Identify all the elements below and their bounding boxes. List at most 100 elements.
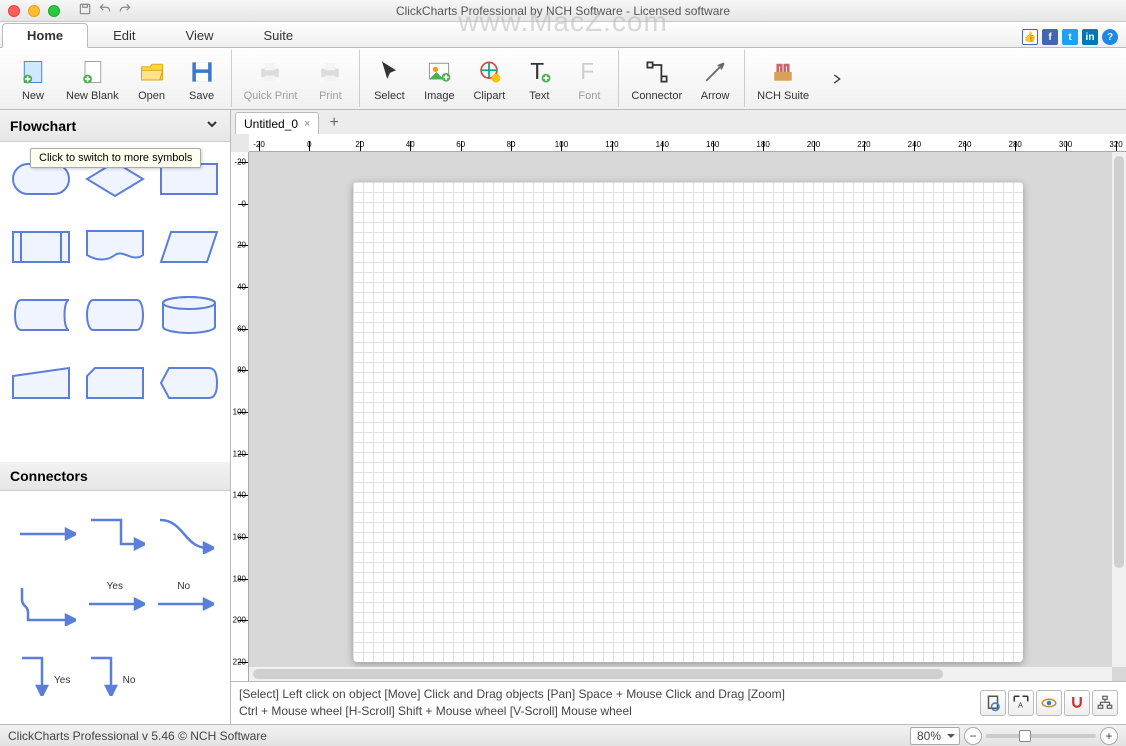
shape-display[interactable] xyxy=(156,354,222,412)
grid-visibility-button[interactable] xyxy=(1036,690,1062,716)
arrow-icon xyxy=(699,56,731,88)
symbols-tooltip: Click to switch to more symbols xyxy=(30,148,201,168)
vertical-scrollbar[interactable] xyxy=(1112,152,1126,667)
connector-straight[interactable] xyxy=(16,507,77,561)
connector-placeholder[interactable] xyxy=(153,647,214,701)
shape-direct-data[interactable] xyxy=(82,286,148,344)
layout-button[interactable] xyxy=(1092,690,1118,716)
window-controls xyxy=(8,5,60,17)
like-icon[interactable]: 👍 xyxy=(1022,29,1038,45)
save-button[interactable]: Save xyxy=(177,50,227,107)
quick-print-button[interactable]: Quick Print xyxy=(236,50,306,107)
horizontal-scrollbar[interactable] xyxy=(249,667,1112,681)
image-icon xyxy=(423,56,455,88)
print-button[interactable]: Print xyxy=(305,50,355,107)
connector-icon xyxy=(641,56,673,88)
close-window-button[interactable] xyxy=(8,5,20,17)
connectors-panel-header[interactable]: Connectors xyxy=(0,462,230,491)
new-icon xyxy=(17,56,49,88)
nch-suite-icon xyxy=(767,56,799,88)
document-tab[interactable]: Untitled_0 × xyxy=(235,112,319,134)
flowchart-shapes-grid xyxy=(8,150,222,412)
select-button[interactable]: Select xyxy=(364,50,414,107)
window-title: ClickCharts Professional by NCH Software… xyxy=(0,4,1126,18)
shape-card[interactable] xyxy=(82,354,148,412)
save-icon-titlebar[interactable] xyxy=(78,2,92,19)
snap-button[interactable] xyxy=(1064,690,1090,716)
print-preview-button[interactable] xyxy=(980,690,1006,716)
hint-bar: [Select] Left click on object [Move] Cli… xyxy=(231,681,1126,724)
zoom-out-button[interactable]: − xyxy=(964,727,982,745)
new-blank-button[interactable]: New Blank xyxy=(58,50,127,107)
status-product-label: ClickCharts Professional v 5.46 © NCH So… xyxy=(8,729,267,743)
shape-document[interactable] xyxy=(82,218,148,276)
image-button[interactable]: Image xyxy=(414,50,464,107)
statusbar: ClickCharts Professional v 5.46 © NCH So… xyxy=(0,724,1126,746)
clipart-button[interactable]: Clipart xyxy=(464,50,514,107)
minimize-window-button[interactable] xyxy=(28,5,40,17)
vertical-ruler: -20020406080100120140160180200220 xyxy=(231,152,249,681)
tab-view[interactable]: View xyxy=(161,23,239,47)
new-blank-icon xyxy=(76,56,108,88)
zoom-controls: 80% − + xyxy=(910,727,1118,745)
add-tab-button[interactable]: + xyxy=(321,112,346,134)
clipart-icon xyxy=(473,56,505,88)
font-button[interactable]: F Font xyxy=(564,50,614,107)
connector-no-straight[interactable]: No xyxy=(153,577,214,631)
shape-manual-input[interactable] xyxy=(8,354,74,412)
flowchart-panel-header[interactable]: Flowchart xyxy=(0,110,230,142)
close-tab-icon[interactable]: × xyxy=(304,118,310,130)
shape-stored-data[interactable] xyxy=(8,286,74,344)
shape-database[interactable] xyxy=(156,286,222,344)
tab-home[interactable]: Home xyxy=(2,23,88,48)
cursor-icon xyxy=(373,56,405,88)
new-button[interactable]: New xyxy=(8,50,58,107)
svg-text:F: F xyxy=(581,58,595,84)
tab-suite[interactable]: Suite xyxy=(238,23,318,47)
hint-text: [Select] Left click on object [Move] Cli… xyxy=(239,686,972,720)
ribbon-overflow-button[interactable] xyxy=(821,50,853,107)
zoom-select[interactable]: 80% xyxy=(910,727,960,745)
quick-print-icon xyxy=(254,56,286,88)
open-folder-icon xyxy=(136,56,168,88)
zoom-slider[interactable] xyxy=(986,734,1096,738)
nch-suite-button[interactable]: NCH Suite xyxy=(749,50,817,107)
canvas-area: Untitled_0 × + -200204060801001201401601… xyxy=(231,110,1126,724)
print-icon xyxy=(314,56,346,88)
sidebar: Flowchart Click to switch to more symbol… xyxy=(0,110,231,724)
save-disk-icon xyxy=(186,56,218,88)
shape-predefined[interactable] xyxy=(8,218,74,276)
flowchart-panel-title: Flowchart xyxy=(10,118,76,134)
connectors-grid: Yes No Yes No xyxy=(8,499,222,709)
drawing-page[interactable] xyxy=(353,182,1023,662)
twitter-icon[interactable]: t xyxy=(1062,29,1078,45)
tab-edit[interactable]: Edit xyxy=(88,23,160,47)
canvas-viewport[interactable] xyxy=(249,152,1126,681)
chevron-down-icon xyxy=(204,116,220,135)
autosize-button[interactable]: A xyxy=(1008,690,1034,716)
maximize-window-button[interactable] xyxy=(48,5,60,17)
document-tab-label: Untitled_0 xyxy=(244,117,298,131)
titlebar: ClickCharts Professional by NCH Software… xyxy=(0,0,1126,22)
open-button[interactable]: Open xyxy=(127,50,177,107)
font-icon: F xyxy=(573,56,605,88)
text-icon: T xyxy=(523,56,555,88)
facebook-icon[interactable]: f xyxy=(1042,29,1058,45)
connector-yes-straight[interactable]: Yes xyxy=(85,577,146,631)
connector-no-elbow[interactable]: No xyxy=(85,647,146,701)
linkedin-icon[interactable]: in xyxy=(1082,29,1098,45)
connector-button[interactable]: Connector xyxy=(623,50,690,107)
undo-icon-titlebar[interactable] xyxy=(98,2,112,19)
text-button[interactable]: T Text xyxy=(514,50,564,107)
connector-yes-elbow[interactable]: Yes xyxy=(16,647,77,701)
connector-s-curve[interactable] xyxy=(16,577,77,631)
horizontal-ruler: -200204060801001201401601802002202402602… xyxy=(249,134,1126,152)
connector-elbow-down[interactable] xyxy=(85,507,146,561)
zoom-in-button[interactable]: + xyxy=(1100,727,1118,745)
connectors-panel-title: Connectors xyxy=(10,468,88,484)
connector-curve[interactable] xyxy=(153,507,214,561)
shape-data[interactable] xyxy=(156,218,222,276)
redo-icon-titlebar[interactable] xyxy=(118,2,132,19)
help-icon[interactable]: ? xyxy=(1102,29,1118,45)
arrow-button[interactable]: Arrow xyxy=(690,50,740,107)
